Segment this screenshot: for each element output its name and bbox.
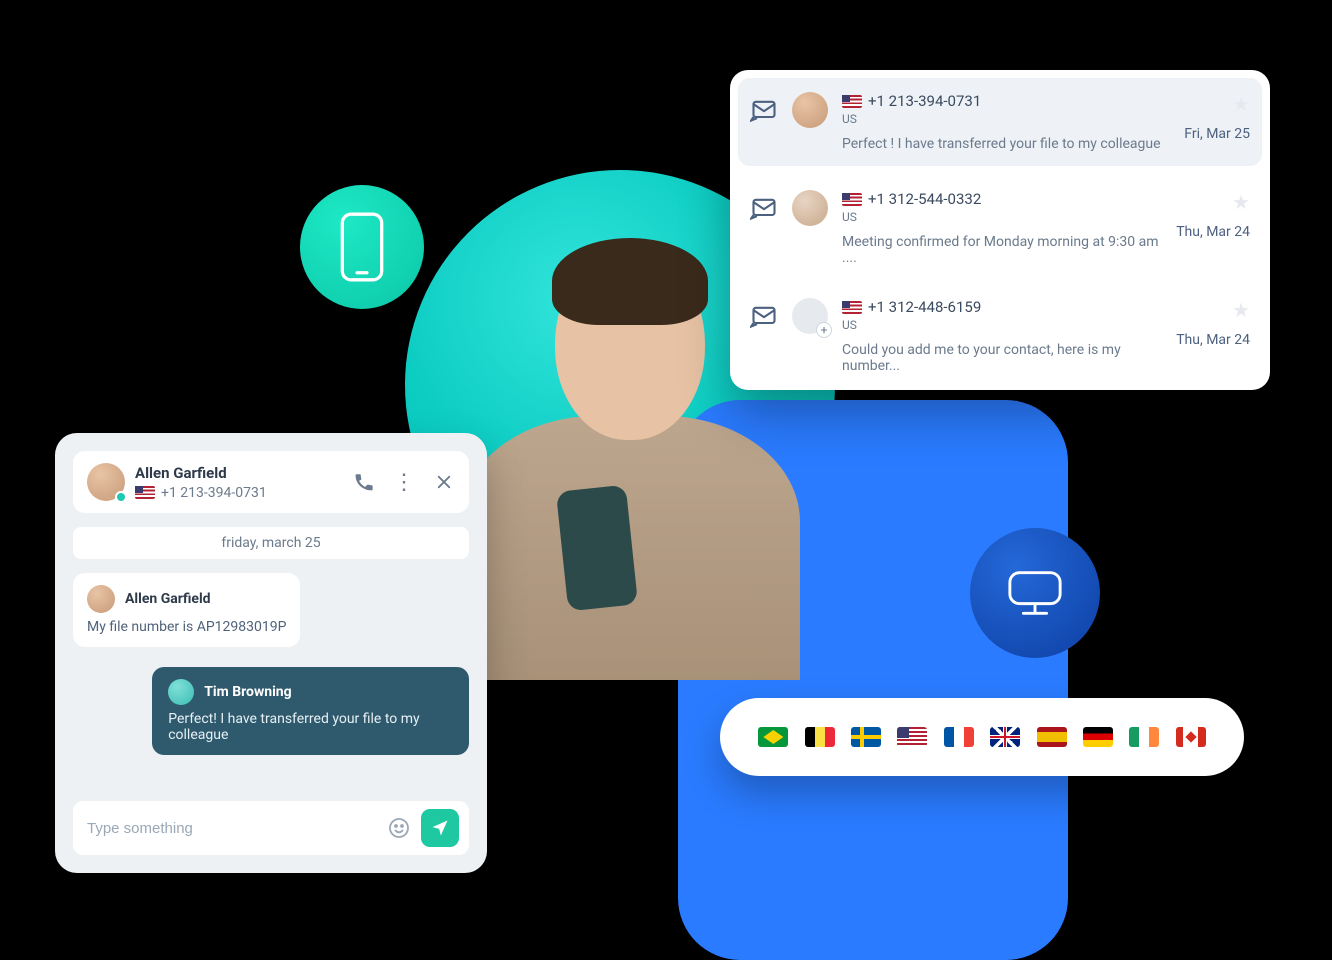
- inbox-item[interactable]: + +1 312-448-6159 US Could you add me to…: [730, 282, 1270, 390]
- monitor-icon: [1006, 568, 1064, 618]
- contact-phone: +1 213-394-0731: [161, 485, 267, 501]
- inbox-phone: +1 213-394-0731: [868, 92, 981, 110]
- msg-avatar: [168, 679, 194, 705]
- inbox-item[interactable]: +1 213-394-0731 US Perfect ! I have tran…: [738, 78, 1262, 166]
- star-icon[interactable]: ★: [1232, 92, 1250, 116]
- us-flag-icon: [135, 486, 155, 499]
- inbox-item[interactable]: +1 312-544-0332 US Meeting confirmed for…: [730, 174, 1270, 282]
- us-flag-icon: [842, 193, 862, 206]
- star-icon[interactable]: ★: [1232, 298, 1250, 322]
- flag-france-icon[interactable]: [944, 727, 974, 747]
- chat-panel: Allen Garfield +1 213-394-0731 ⋮ friday,…: [55, 433, 487, 873]
- contact-name: Allen Garfield: [135, 464, 343, 482]
- add-contact-icon[interactable]: +: [816, 322, 832, 338]
- flag-usa-icon[interactable]: [897, 727, 927, 747]
- msg-sender: Allen Garfield: [125, 591, 211, 607]
- inbox-phone: +1 312-544-0332: [868, 190, 981, 208]
- inbox-phone: +1 312-448-6159: [868, 298, 981, 316]
- flag-uk-icon[interactable]: [990, 727, 1020, 747]
- inbox-country: US: [842, 112, 1170, 126]
- country-flag-strip: [720, 698, 1244, 776]
- msg-body: Perfect! I have transferred your file to…: [168, 711, 453, 743]
- flag-canada-icon[interactable]: [1176, 727, 1206, 747]
- star-icon[interactable]: ★: [1232, 190, 1250, 214]
- flag-germany-icon[interactable]: [1083, 727, 1113, 747]
- outgoing-message: Tim Browning Perfect! I have transferred…: [152, 667, 469, 755]
- reply-icon: [750, 96, 778, 124]
- msg-sender: Tim Browning: [204, 684, 291, 700]
- presence-online: [115, 491, 127, 503]
- close-button[interactable]: [433, 471, 455, 493]
- message-input[interactable]: [83, 812, 377, 845]
- flag-brazil-icon[interactable]: [758, 727, 788, 747]
- reply-icon: [750, 194, 778, 222]
- flag-sweden-icon[interactable]: [851, 727, 881, 747]
- badge-blue-circle: [970, 528, 1100, 658]
- inbox-country: US: [842, 318, 1162, 332]
- badge-teal-circle: [300, 185, 424, 309]
- inbox-panel: +1 213-394-0731 US Perfect ! I have tran…: [730, 70, 1270, 390]
- inbox-preview: Meeting confirmed for Monday morning at …: [842, 234, 1162, 266]
- reply-icon: [750, 302, 778, 330]
- inbox-date: Thu, Mar 24: [1176, 224, 1250, 240]
- inbox-date: Thu, Mar 24: [1176, 332, 1250, 348]
- flag-belgium-icon[interactable]: [805, 727, 835, 747]
- msg-body: My file number is AP12983019P: [87, 619, 286, 635]
- phone-icon: [339, 212, 385, 282]
- send-button[interactable]: [421, 809, 459, 847]
- inbox-avatar: [792, 92, 828, 128]
- inbox-country: US: [842, 210, 1162, 224]
- msg-avatar: [87, 585, 115, 613]
- inbox-preview: Could you add me to your contact, here i…: [842, 342, 1162, 374]
- composer: [73, 801, 469, 855]
- inbox-date: Fri, Mar 25: [1184, 126, 1250, 142]
- date-divider: friday, march 25: [73, 527, 469, 559]
- inbox-avatar: [792, 190, 828, 226]
- chat-header: Allen Garfield +1 213-394-0731 ⋮: [73, 451, 469, 513]
- inbox-preview: Perfect ! I have transferred your file t…: [842, 136, 1170, 152]
- more-button[interactable]: ⋮: [393, 471, 415, 493]
- incoming-message: Allen Garfield My file number is AP12983…: [73, 573, 300, 647]
- inbox-avatar-placeholder: +: [792, 298, 828, 334]
- emoji-button[interactable]: [387, 816, 411, 840]
- us-flag-icon: [842, 95, 862, 108]
- flag-ireland-icon[interactable]: [1129, 727, 1159, 747]
- call-button[interactable]: [353, 471, 375, 493]
- us-flag-icon: [842, 301, 862, 314]
- flag-spain-icon[interactable]: [1037, 727, 1067, 747]
- contact-avatar[interactable]: [87, 463, 125, 501]
